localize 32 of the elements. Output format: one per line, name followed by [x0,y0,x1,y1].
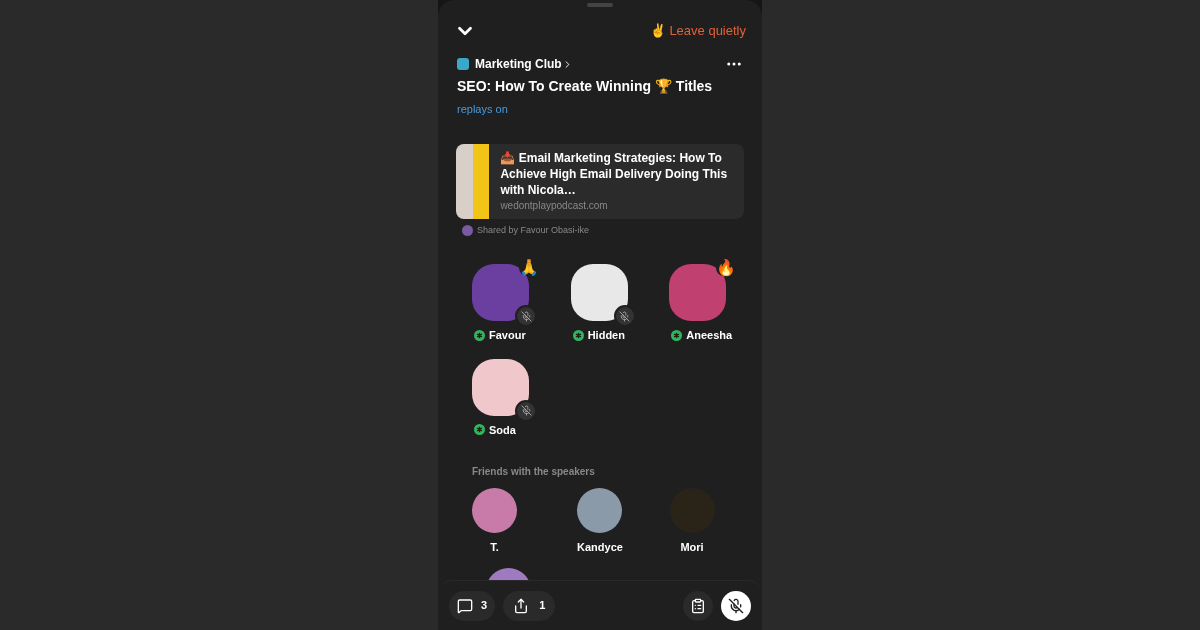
speaker-name: Hidden [587,328,625,343]
room-title: SEO: How To Create Winning 🏆 Titles [456,77,714,96]
shared-by-text: Shared by Favour Obasi-ike [477,223,590,237]
friend-name: Kandyce [577,540,623,555]
friend-avatar-photo-placeholder[interactable] [577,488,623,533]
replays-status: replays on [456,102,509,117]
chat-bubble-icon [457,597,473,614]
microphone-button[interactable] [721,590,751,621]
clipboard-button[interactable] [683,590,713,621]
speaker-name: Soda [489,422,516,438]
reaction-emoji: 🙏 [519,260,539,276]
speaker-name: Favour [489,328,526,343]
friend-name: Mori [680,540,704,555]
friends-heading: Friends with the speakers [471,465,596,479]
link-domain: wedontplaypodcast.com [500,198,609,213]
drag-handle[interactable] [587,3,613,7]
link-card[interactable]: 📥 Email Marketing Strategies: How To Achieve High Email Delivery Doing This with Nicola… wedontplaypodcast.com [456,143,744,219]
friend-avatar-photo-placeholder[interactable] [472,488,517,533]
clipboard-icon [690,597,706,614]
avatar-icon [462,224,473,236]
avatar-photo-placeholder[interactable] [472,358,529,416]
club-link[interactable]: Marketing Club [475,55,573,73]
avatar-photo-placeholder[interactable] [570,264,628,321]
share-button[interactable]: 1 [503,590,556,621]
friend-name: T. [490,540,499,555]
chat-button[interactable]: 3 [449,590,496,621]
leave-quietly-button[interactable]: ✌ Leave quietly [649,21,746,41]
speaker-name: Aneesha [686,328,733,343]
club-logo-icon [457,58,469,70]
link-title: 📥 Email Marketing Strategies: How To Achieve High Email Delivery Doing This with Nicola… [500,149,729,198]
share-icon [513,597,530,614]
muted-mic-icon [728,597,744,614]
